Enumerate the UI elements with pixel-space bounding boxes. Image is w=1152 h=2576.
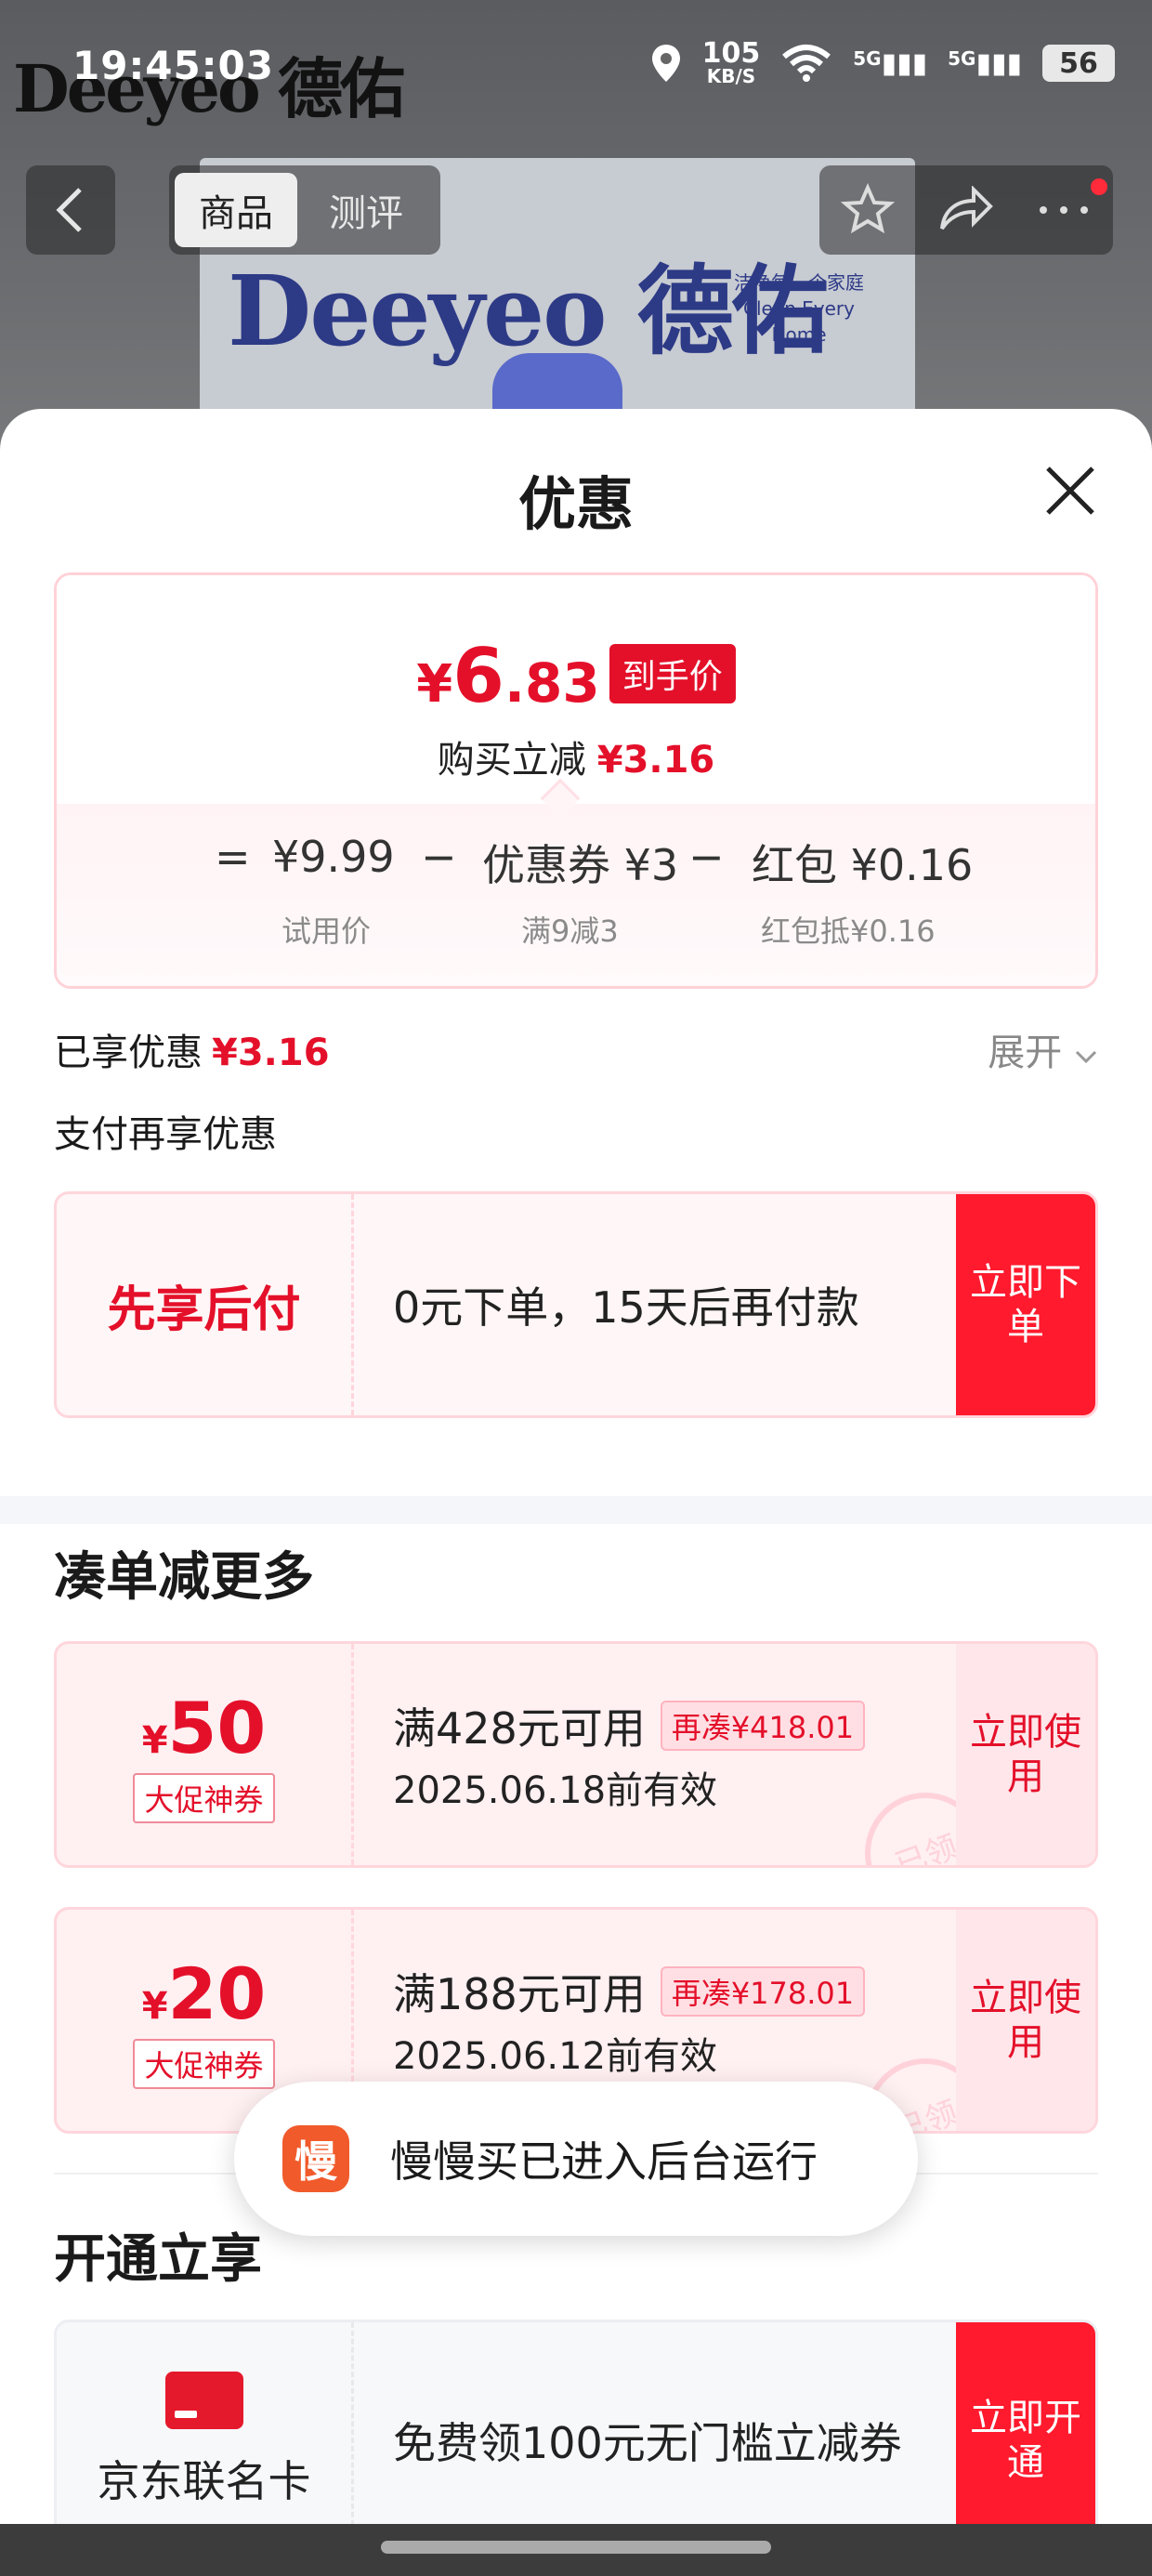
share-icon[interactable] xyxy=(936,186,994,234)
chevron-down-icon xyxy=(1075,1050,1097,1064)
home-indicator[interactable] xyxy=(381,2541,771,2554)
coupon-card[interactable]: ¥50 大促神券 满428元可用 再凑¥418.01 2025.06.18前有效… xyxy=(54,1641,1098,1868)
final-price: ¥6.83 到手价 xyxy=(57,633,1095,719)
coupon-amount-area: ¥50 大促神券 xyxy=(57,1644,354,1865)
coupon-value: 20 xyxy=(167,1952,267,2035)
toast-text: 慢慢买已进入后台运行 xyxy=(390,2136,818,2187)
bnpl-left: 先享后付 xyxy=(57,1194,354,1415)
credit-card-icon xyxy=(164,2372,243,2429)
coupon-condition: 满188元可用 再凑¥178.01 xyxy=(393,1961,866,2022)
reduce-label: 购买立减 xyxy=(437,739,586,782)
enjoyed-discount: 已享优惠 ¥3.16 xyxy=(54,1022,330,1076)
price-summary-card: ¥6.83 到手价 购买立减 ¥3.16 = ¥9.99 试用价 − 优惠券 ¥3 … xyxy=(54,572,1098,989)
wifi-icon xyxy=(782,45,831,82)
tab-product[interactable]: 商品 xyxy=(175,173,297,247)
coupon-valid-date: 2025.06.12前有效 xyxy=(393,2035,718,2078)
jd-card-text: 免费领100元无门槛立减券 xyxy=(393,2418,902,2468)
tab-review[interactable]: 测评 xyxy=(305,173,427,247)
expand-toggle[interactable]: 展开 xyxy=(988,1022,1098,1076)
bnpl-content: 0元下单，15天后再付款 xyxy=(393,1194,859,1415)
use-coupon-button[interactable]: 立即使用 xyxy=(956,1910,1095,2131)
chevron-left-icon xyxy=(56,188,82,232)
open-now-button[interactable]: 立即开通 xyxy=(956,2322,1095,2558)
notification-dot xyxy=(1091,178,1107,195)
coupon-condition-text: 满428元可用 xyxy=(393,1703,646,1754)
breakdown-value: ¥9.99 xyxy=(272,832,395,882)
slogan-cn: 洁净每一个家庭 xyxy=(734,271,864,294)
star-icon[interactable] xyxy=(840,183,895,237)
order-now-button[interactable]: 立即下单 xyxy=(956,1194,1095,1415)
enjoyed-value: ¥3.16 xyxy=(212,1032,330,1074)
signal-icon-1: 5G▮▮▮ xyxy=(853,46,928,80)
final-price-tag: 到手价 xyxy=(609,644,736,703)
battery-icon: 56 xyxy=(1042,45,1115,82)
coupon-currency: ¥ xyxy=(141,1984,168,2028)
bnpl-label: 先享后付 xyxy=(107,1281,301,1338)
breakdown-value: 红包 ¥0.16 xyxy=(752,840,974,890)
expand-label: 展开 xyxy=(988,1032,1063,1074)
bnpl-text: 0元下单，15天后再付款 xyxy=(393,1282,859,1333)
breakdown-label: 试用价 xyxy=(281,913,372,949)
coupon-value: 50 xyxy=(167,1686,267,1769)
breakdown-label: 满9减3 xyxy=(521,913,619,949)
minus-sign: − xyxy=(688,832,725,882)
coupon-need-tag: 再凑¥418.01 xyxy=(660,1701,866,1751)
signal-icon-2: 5G▮▮▮ xyxy=(948,46,1022,80)
net-speed: 105 KB/S xyxy=(701,37,761,87)
minus-sign: − xyxy=(421,832,457,882)
price-decimal: .83 xyxy=(504,651,600,715)
coupon-condition-text: 满188元可用 xyxy=(393,1969,646,2019)
app-icon: 慢 xyxy=(282,2125,349,2192)
coupon-currency: ¥ xyxy=(141,1718,168,1762)
open-section-title: 开通立享 xyxy=(54,2229,262,2290)
product-slogan: 洁净每一个家庭 Clean Every Home xyxy=(725,269,873,348)
background-run-toast: 慢 慢慢买已进入后台运行 xyxy=(234,2082,918,2236)
breakdown-item: 优惠券 ¥3 满9减3 xyxy=(482,832,679,949)
nav-actions xyxy=(819,165,1113,255)
coupon-badge: 大促神券 xyxy=(133,1772,275,1823)
status-icons: 105 KB/S 5G▮▮▮ 5G▮▮▮ 56 xyxy=(650,37,1115,87)
bnpl-card[interactable]: 先享后付 0元下单，15天后再付款 立即下单 xyxy=(54,1191,1098,1418)
coupon-amount: ¥50 xyxy=(142,1687,267,1769)
back-button[interactable] xyxy=(26,165,115,255)
price-summary-top: ¥6.83 到手价 购买立减 ¥3.16 xyxy=(57,575,1095,804)
status-time: 19:45:03 xyxy=(72,43,274,88)
enjoyed-label: 已享优惠 xyxy=(54,1032,203,1074)
price-currency: ¥ xyxy=(416,654,453,715)
breakdown-value: 优惠券 ¥3 xyxy=(482,840,679,890)
price-breakdown: = ¥9.99 试用价 − 优惠券 ¥3 满9减3 − 红包 ¥0.16 红包抵… xyxy=(57,804,1095,986)
section-divider-band xyxy=(0,1496,1152,1524)
coupon-condition: 满428元可用 再凑¥418.01 xyxy=(393,1695,866,1756)
net-speed-unit: KB/S xyxy=(706,65,756,87)
coupon-amount: ¥20 xyxy=(142,1952,267,2035)
net-speed-value: 105 xyxy=(701,37,761,70)
slogan-en: Clean Every Home xyxy=(743,297,855,346)
nav-tabs: 商品 测评 xyxy=(169,165,440,255)
reduce-value: ¥3.16 xyxy=(596,739,715,782)
breakdown-label: 红包抵¥0.16 xyxy=(761,913,936,949)
more-icon[interactable] xyxy=(1036,201,1092,219)
jd-card-content: 免费领100元无门槛立减券 xyxy=(393,2322,902,2558)
use-coupon-button[interactable]: 立即使用 xyxy=(956,1644,1095,1865)
coupon-info: 满428元可用 再凑¥418.01 2025.06.18前有效 xyxy=(393,1644,866,1865)
reduce-line: 购买立减 ¥3.16 xyxy=(57,729,1095,783)
coupons-section-title: 凑单减更多 xyxy=(54,1547,314,1608)
jd-card-label: 京东联名卡 xyxy=(97,2456,311,2506)
close-icon[interactable] xyxy=(1041,461,1100,520)
breakdown-item: 红包 ¥0.16 红包抵¥0.16 xyxy=(752,832,974,949)
location-icon xyxy=(651,45,680,82)
coupon-valid-date: 2025.06.18前有效 xyxy=(393,1769,718,1812)
jd-card-left: 京东联名卡 xyxy=(57,2322,354,2558)
breakdown-item: ¥9.99 试用价 xyxy=(272,832,395,949)
pay-more-title: 支付再享优惠 xyxy=(54,1113,277,1156)
coupon-badge: 大促神券 xyxy=(133,2038,275,2089)
equals-sign: = xyxy=(215,832,251,882)
sheet-title: 优惠 xyxy=(517,470,634,538)
price-integer: 6 xyxy=(452,633,504,719)
coupon-need-tag: 再凑¥178.01 xyxy=(660,1966,866,2017)
